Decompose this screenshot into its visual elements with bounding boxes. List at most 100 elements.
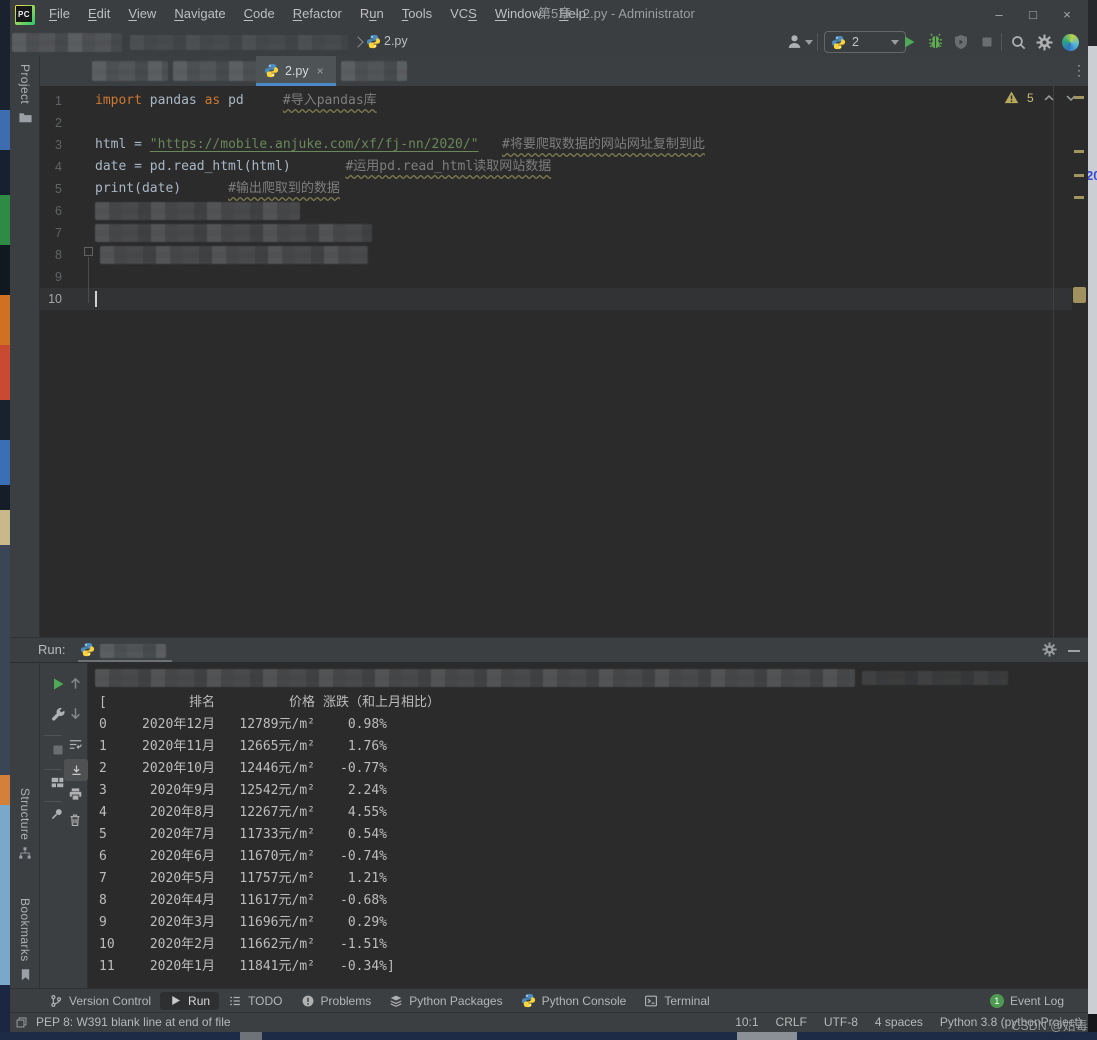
menu-bar: FileEditViewNavigateCodeRefactorRunTools… [40,0,595,28]
menu-item-run[interactable]: Run [351,0,393,28]
up-stacktrace-arrow-icon[interactable] [68,676,84,692]
right-margin-guide [1053,86,1054,637]
settings-gear-icon[interactable] [1036,34,1053,51]
redacted-tab[interactable] [341,61,407,81]
close-button[interactable]: × [1050,0,1084,28]
rerun-button[interactable] [50,676,66,692]
code-token: print(date) [95,181,181,196]
inspections-widget[interactable]: 5 [1004,90,1078,105]
print-icon[interactable] [68,787,84,803]
clear-all-trash-icon[interactable] [68,813,84,829]
row-date: 2020年2月 [123,934,215,956]
line-separator-widget[interactable]: CRLF [776,1015,807,1029]
copy-stack-icon[interactable] [15,1016,28,1029]
search-everywhere-icon[interactable] [1010,34,1027,51]
run-button[interactable] [901,34,917,50]
line-number[interactable]: 6 [40,200,62,222]
tab-close-icon[interactable]: × [317,64,324,78]
error-stripe-mark[interactable] [1074,96,1084,99]
indent-widget[interactable]: 4 spaces [875,1015,923,1029]
tab-2py[interactable]: 2.py × [256,56,336,85]
caret-position-widget[interactable]: 10:1 [735,1015,758,1029]
toolwindow-button-project[interactable]: Project [10,64,40,125]
menu-item-edit[interactable]: Edit [79,0,119,28]
tab-options-more-icon[interactable]: ⋮ [1072,62,1086,79]
toolwindow-button-terminal[interactable]: Terminal [635,992,718,1010]
line-number[interactable]: 2 [40,112,62,134]
toolwindow-button-todo[interactable]: TODO [219,992,291,1010]
menu-item-tools[interactable]: Tools [393,0,441,28]
scrollbar-caret-marker[interactable] [1073,287,1086,303]
breadcrumb-file[interactable]: 2.py [384,34,408,48]
run-configuration-select[interactable]: 2 [824,31,906,53]
minimize-button[interactable]: – [982,0,1016,28]
toolwindow-button-bookmarks[interactable]: Bookmarks [10,898,40,981]
console-row: 62020年6月11670元/m²-0.74% [99,846,387,868]
line-number[interactable]: 3 [40,134,62,156]
error-stripe-mark[interactable] [1074,174,1084,177]
gap [215,736,229,758]
maximize-button[interactable]: □ [1016,0,1050,28]
gap [215,780,229,802]
code-token [291,159,346,174]
stripe-label: Structure [18,788,32,840]
gap [215,890,229,912]
encoding-widget[interactable]: UTF-8 [824,1015,858,1029]
menu-item-file[interactable]: File [40,0,79,28]
console-row: 92020年3月11696元/m²0.29% [99,912,387,934]
toolwindow-button-python-console[interactable]: Python Console [512,991,636,1010]
code-editor[interactable]: 12345678910 import pandas as pd #导入panda… [40,86,1088,637]
run-settings-gear-icon[interactable] [1042,642,1057,657]
fold-marker-icon[interactable] [84,247,93,256]
line-number[interactable]: 4 [40,156,62,178]
row-change: 4.55% [315,802,387,824]
toolwindow-button-version-control[interactable]: Version Control [40,992,160,1010]
error-stripe-mark[interactable] [1074,196,1084,199]
line-number[interactable]: 5 [40,178,62,200]
line-number[interactable]: 8 [40,244,62,266]
todo-icon [228,994,242,1008]
run-console[interactable]: [排名价格涨跌（和上月相比）02020年12月12789元/m²0.98%120… [40,663,1088,988]
toolwindow-button-problems[interactable]: Problems [292,992,381,1010]
edit-configuration-wrench-icon[interactable] [50,706,66,722]
toolwindow-button-run[interactable]: Run [160,992,219,1010]
down-stacktrace-arrow-icon[interactable] [68,706,84,722]
gap [215,868,229,890]
toolwindow-button-event-log[interactable]: 1 Event Log [990,989,1064,1013]
user-dropdown-arrow-icon[interactable] [805,40,813,45]
pin-tab-icon[interactable] [50,807,66,823]
status-message[interactable]: PEP 8: W391 blank line at end of file [36,1015,231,1029]
stop-button[interactable] [979,34,995,50]
menu-item-refactor[interactable]: Refactor [284,0,351,28]
redacted-tab[interactable] [92,61,168,81]
code-token [244,93,283,108]
line-number[interactable]: 9 [40,266,62,288]
soft-wrap-icon[interactable] [68,737,84,753]
toolwindow-button-python-packages[interactable]: Python Packages [380,992,511,1010]
redacted-run-tab[interactable] [100,644,166,658]
scroll-to-end-button[interactable] [64,759,88,781]
row-change: 0.29% [315,912,387,934]
gap [215,934,229,956]
gradient-sphere-icon[interactable] [1062,34,1079,51]
error-stripe-mark[interactable] [1074,150,1084,153]
gap [215,692,229,714]
hide-toolwindow-icon[interactable] [1068,650,1080,652]
toolwindow-button-structure[interactable]: Structure [10,788,40,860]
stop-button[interactable] [50,742,66,758]
user-account-icon[interactable] [786,33,803,50]
debug-button[interactable] [927,33,944,50]
menu-item-navigate[interactable]: Navigate [165,0,234,28]
menu-item-vcs[interactable]: VCS [441,0,486,28]
line-number[interactable]: 1 [40,90,62,112]
row-index: 11 [99,956,123,978]
structure-icon [18,846,32,860]
menu-item-code[interactable]: Code [235,0,284,28]
coverage-button[interactable] [953,34,969,50]
prev-problem-chevron-up-icon[interactable] [1042,91,1056,105]
redacted-tab[interactable] [173,61,268,81]
menu-item-view[interactable]: View [119,0,165,28]
line-number[interactable]: 10 [40,288,62,310]
pycharm-logo-icon: PC [15,5,35,25]
line-number[interactable]: 7 [40,222,62,244]
